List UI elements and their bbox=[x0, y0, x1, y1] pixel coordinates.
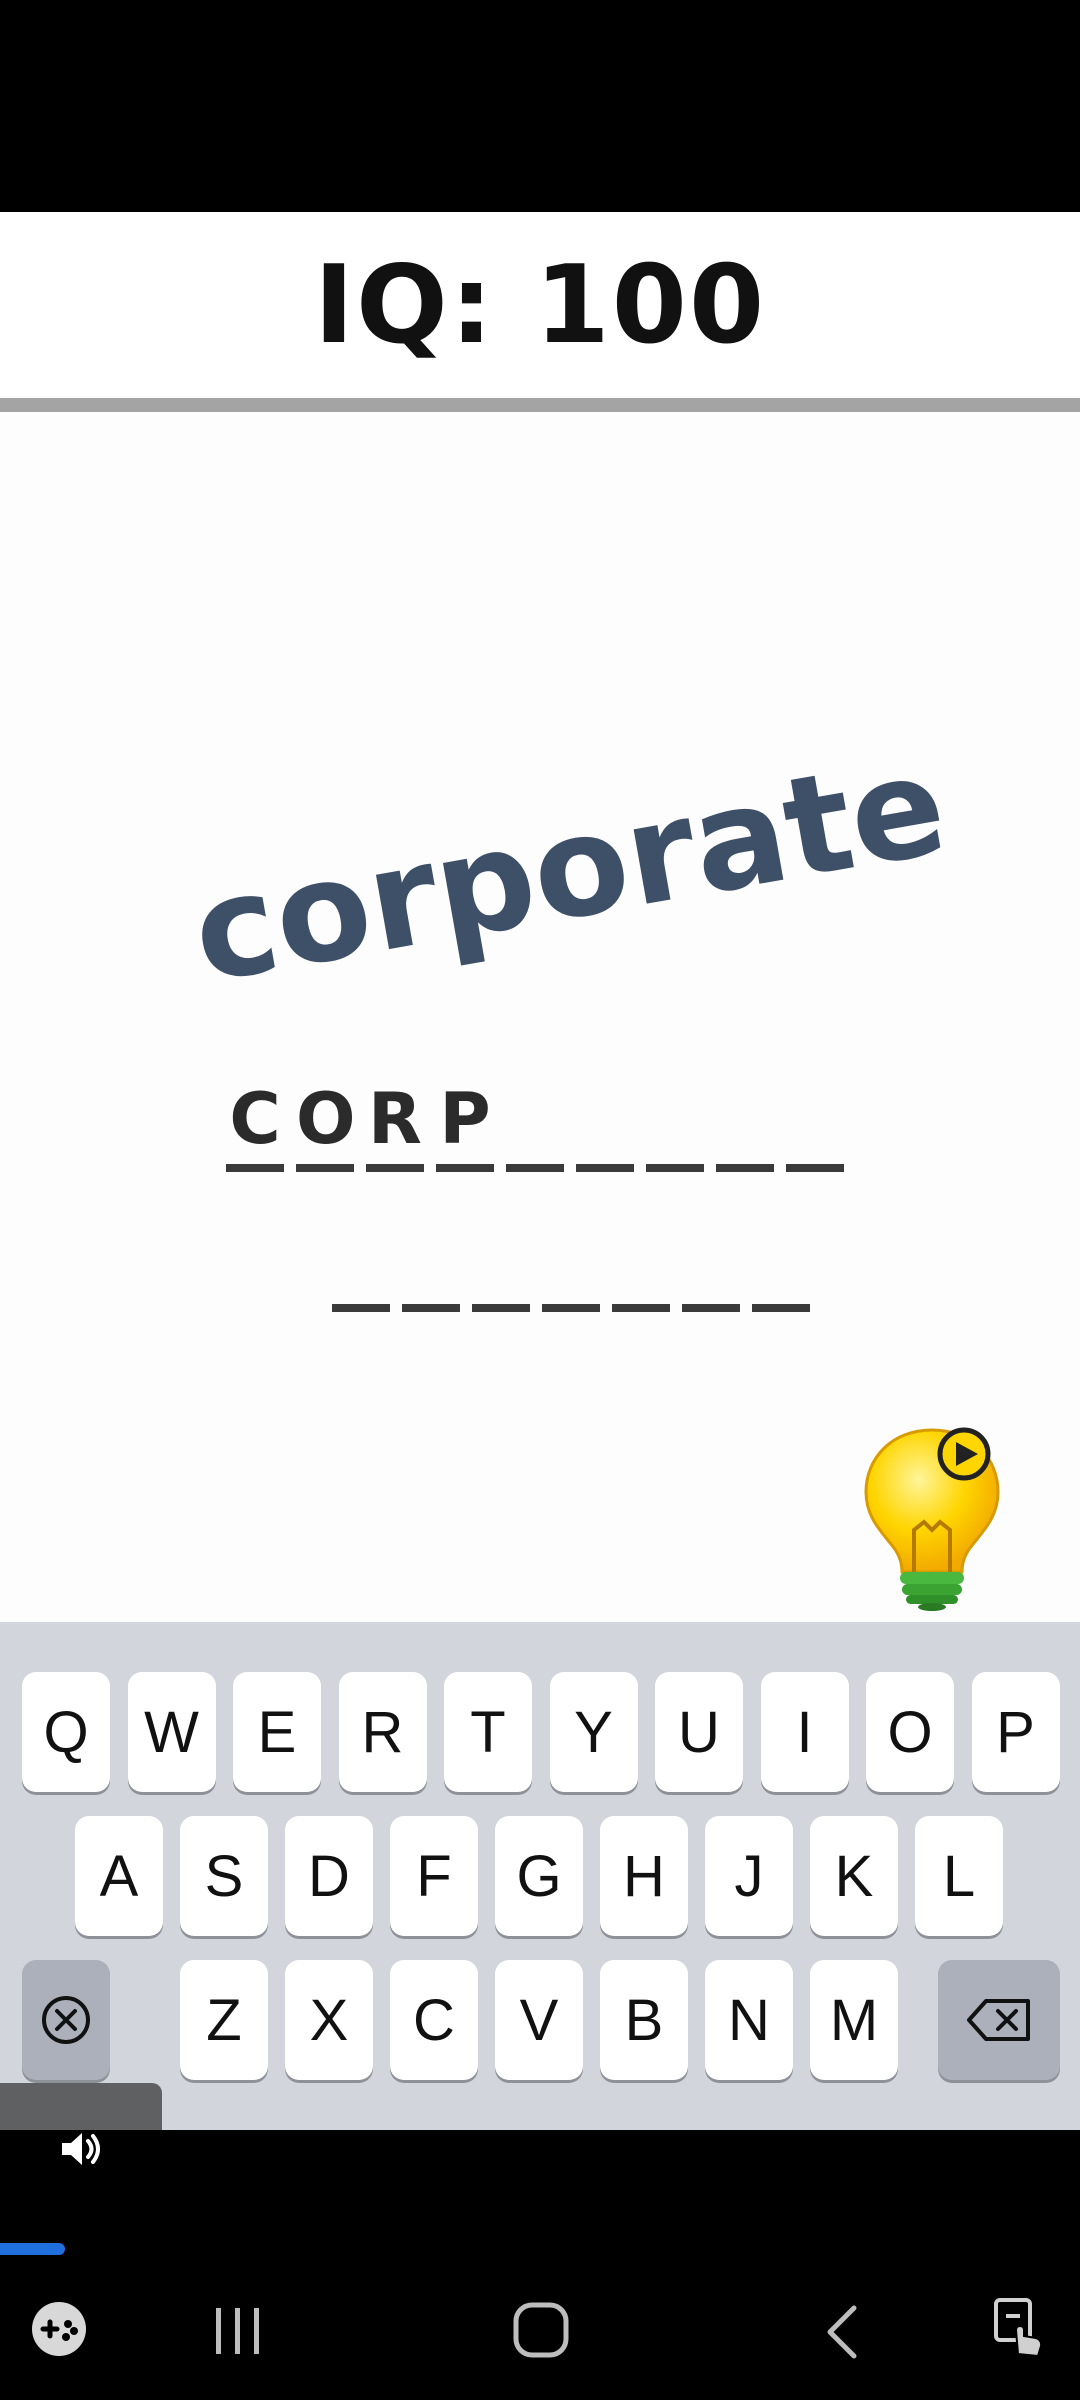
answer-letter: P bbox=[439, 1078, 491, 1160]
keyboard-row-3: ZXCVBNM bbox=[0, 1960, 1080, 2084]
answer-slot bbox=[402, 1212, 460, 1312]
key-k[interactable]: K bbox=[810, 1816, 898, 1936]
key-u[interactable]: U bbox=[655, 1672, 743, 1792]
home-button[interactable] bbox=[512, 2300, 570, 2365]
key-o[interactable]: O bbox=[866, 1672, 954, 1792]
answer-slot bbox=[612, 1212, 670, 1312]
answer-slot bbox=[646, 1072, 704, 1172]
recent-apps-button[interactable] bbox=[212, 2306, 264, 2361]
key-c[interactable]: C bbox=[390, 1960, 478, 2080]
keyboard-row-2: ASDFGHJKL bbox=[0, 1816, 1080, 1940]
key-x[interactable]: X bbox=[285, 1960, 373, 2080]
status-bar-area bbox=[0, 0, 1080, 212]
answer-letter: O bbox=[296, 1078, 356, 1160]
media-control-tab[interactable] bbox=[0, 2083, 162, 2133]
answer-slot: P bbox=[436, 1072, 494, 1172]
circle-x-icon bbox=[42, 1996, 90, 2044]
hint-button[interactable] bbox=[862, 1426, 1002, 1611]
key-t[interactable]: T bbox=[444, 1672, 532, 1792]
key-i[interactable]: I bbox=[760, 1672, 849, 1792]
game-launcher-icon bbox=[32, 2302, 86, 2356]
key-e[interactable]: E bbox=[233, 1672, 321, 1792]
key-l[interactable]: L bbox=[915, 1816, 1003, 1936]
backspace-key[interactable] bbox=[938, 1960, 1060, 2080]
key-m[interactable]: M bbox=[810, 1960, 898, 2080]
keyboard-row-1: QWERTYUIOP bbox=[0, 1672, 1080, 1796]
key-r[interactable]: R bbox=[338, 1672, 427, 1792]
answer-slot: R bbox=[366, 1072, 424, 1172]
touch-protection-button[interactable] bbox=[990, 2296, 1050, 2365]
clear-key[interactable] bbox=[22, 1960, 110, 2080]
answer-row-2 bbox=[332, 1212, 810, 1312]
answer-row-1: CORP bbox=[226, 1072, 844, 1172]
volume-icon bbox=[62, 2133, 100, 2165]
key-a[interactable]: A bbox=[75, 1816, 163, 1936]
answer-slot bbox=[576, 1072, 634, 1172]
back-icon bbox=[827, 2305, 857, 2359]
key-n[interactable]: N bbox=[705, 1960, 793, 2080]
home-icon bbox=[513, 2302, 569, 2358]
key-g[interactable]: G bbox=[495, 1816, 583, 1936]
answer-letter: C bbox=[229, 1078, 281, 1160]
answer-slot bbox=[332, 1212, 390, 1312]
touch-icon bbox=[994, 2298, 1043, 2358]
back-button[interactable] bbox=[822, 2304, 862, 2365]
answer-slot: O bbox=[296, 1072, 356, 1172]
key-q[interactable]: Q bbox=[22, 1672, 110, 1792]
answer-letter: R bbox=[368, 1078, 422, 1160]
answer-slot bbox=[716, 1072, 774, 1172]
answer-slot bbox=[752, 1212, 810, 1312]
answer-slot bbox=[682, 1212, 740, 1312]
game-launcher-button[interactable] bbox=[30, 2300, 88, 2363]
iq-score: IQ: 100 bbox=[313, 242, 767, 368]
recent-apps-icon bbox=[216, 2308, 259, 2354]
answer-slot: C bbox=[226, 1072, 284, 1172]
game-area: IQ: 100 corporate CORP bbox=[0, 212, 1080, 1622]
key-j[interactable]: J bbox=[705, 1816, 793, 1936]
answer-slot bbox=[506, 1072, 564, 1172]
key-y[interactable]: Y bbox=[549, 1672, 638, 1792]
key-v[interactable]: V bbox=[495, 1960, 583, 2080]
answer-slot bbox=[786, 1072, 844, 1172]
key-b[interactable]: B bbox=[600, 1960, 688, 2080]
key-f[interactable]: F bbox=[390, 1816, 478, 1936]
backspace-icon bbox=[967, 1999, 1030, 2041]
volume-button[interactable] bbox=[58, 2128, 104, 2175]
answer-slot bbox=[472, 1212, 530, 1312]
progress-bar bbox=[0, 2243, 65, 2255]
key-s[interactable]: S bbox=[180, 1816, 268, 1936]
key-p[interactable]: P bbox=[971, 1672, 1060, 1792]
answer-slot bbox=[542, 1212, 600, 1312]
lightbulb-play-icon bbox=[864, 1427, 1000, 1611]
key-w[interactable]: W bbox=[127, 1672, 216, 1792]
keyboard: QWERTYUIOP ASDFGHJKL ZXCVBNM bbox=[0, 1622, 1080, 2130]
key-d[interactable]: D bbox=[285, 1816, 373, 1936]
key-z[interactable]: Z bbox=[180, 1960, 268, 2080]
iq-header: IQ: 100 bbox=[0, 212, 1080, 412]
key-h[interactable]: H bbox=[600, 1816, 688, 1936]
clue-word: corporate bbox=[181, 723, 957, 1015]
